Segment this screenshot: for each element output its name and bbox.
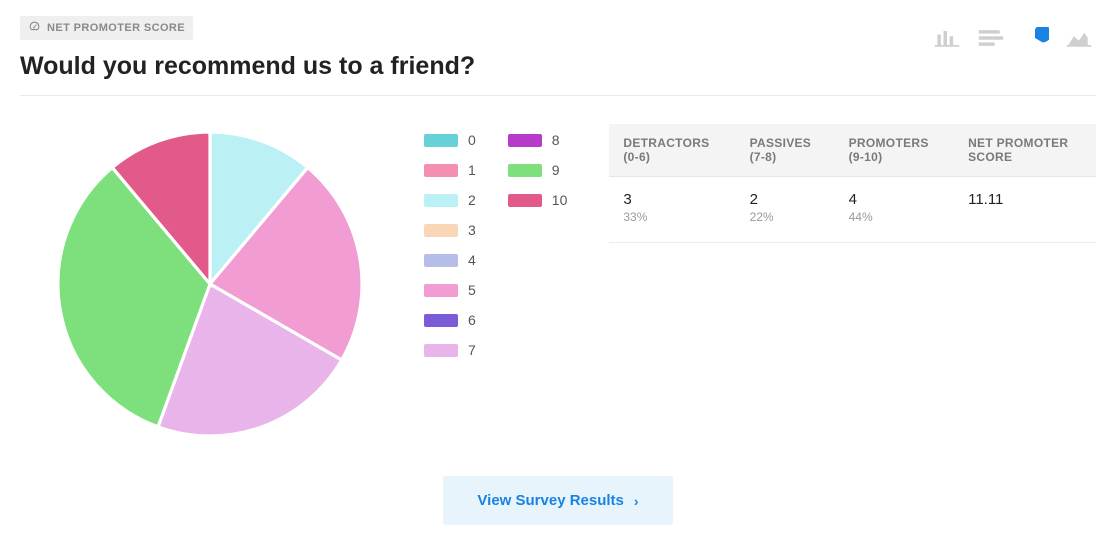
legend-item-5: 5 (424, 282, 476, 298)
legend-item-10: 10 (508, 192, 568, 208)
legend-item-0: 0 (424, 132, 476, 148)
th-score: NET PROMOTER SCORE (954, 124, 1096, 177)
legend-swatch (424, 254, 458, 267)
legend-swatch (424, 164, 458, 177)
table-row: 3 33% 2 22% 4 44% 11.11 (609, 177, 1096, 243)
legend-label: 7 (468, 342, 476, 358)
divider (20, 95, 1096, 96)
view-survey-results-button[interactable]: View Survey Results › (443, 476, 672, 525)
nps-badge: NET PROMOTER SCORE (20, 16, 193, 40)
th-passives: PASSIVES (7-8) (736, 124, 835, 177)
legend-swatch (424, 284, 458, 297)
legend-label: 6 (468, 312, 476, 328)
area-chart-icon (1065, 27, 1093, 54)
chart-type-bar[interactable] (930, 26, 964, 54)
legend-label: 1 (468, 162, 476, 178)
legend-label: 0 (468, 132, 476, 148)
legend-label: 2 (468, 192, 476, 208)
legend-item-4: 4 (424, 252, 476, 268)
chart-type-pie[interactable] (1018, 26, 1052, 54)
chart-type-area[interactable] (1062, 26, 1096, 54)
legend-swatch (508, 194, 542, 207)
legend-item-1: 1 (424, 162, 476, 178)
promoters-pct: 44% (849, 210, 940, 224)
legend-item-9: 9 (508, 162, 568, 178)
legend-item-7: 7 (424, 342, 476, 358)
legend: 0 1 2 3 4 5 6 7 8 9 10 (424, 124, 585, 358)
pie-chart-icon (1021, 27, 1049, 54)
legend-item-2: 2 (424, 192, 476, 208)
legend-swatch (424, 134, 458, 147)
badge-label: NET PROMOTER SCORE (47, 22, 185, 34)
chart-type-switcher (930, 26, 1096, 54)
nps-score: 11.11 (968, 191, 1082, 208)
legend-item-6: 6 (424, 312, 476, 328)
legend-swatch (424, 314, 458, 327)
legend-item-8: 8 (508, 132, 568, 148)
nps-table: DETRACTORS (0-6) PASSIVES (7-8) PROMOTER… (609, 124, 1096, 243)
legend-label: 4 (468, 252, 476, 268)
legend-swatch (424, 344, 458, 357)
chart-type-hbar[interactable] (974, 26, 1008, 54)
legend-label: 5 (468, 282, 476, 298)
footer: View Survey Results › (20, 476, 1096, 525)
pie-chart (20, 124, 400, 444)
legend-swatch (508, 164, 542, 177)
th-promoters: PROMOTERS (9-10) (835, 124, 954, 177)
passives-pct: 22% (750, 210, 821, 224)
legend-item-3: 3 (424, 222, 476, 238)
detractors-count: 3 (623, 191, 721, 208)
passives-count: 2 (750, 191, 821, 208)
legend-label: 8 (552, 132, 560, 148)
promoters-count: 4 (849, 191, 940, 208)
legend-label: 9 (552, 162, 560, 178)
th-detractors: DETRACTORS (0-6) (609, 124, 735, 177)
header: NET PROMOTER SCORE Would you recommend u… (20, 16, 1096, 81)
content: 0 1 2 3 4 5 6 7 8 9 10 DETRACTORS (0-6) PASSIVES … (20, 124, 1096, 444)
legend-swatch (424, 224, 458, 237)
button-label: View Survey Results (477, 492, 623, 509)
legend-label: 10 (552, 192, 568, 208)
bar-chart-icon (933, 27, 961, 54)
legend-swatch (508, 134, 542, 147)
legend-label: 3 (468, 222, 476, 238)
chevron-right-icon: › (634, 493, 639, 509)
nps-summary: DETRACTORS (0-6) PASSIVES (7-8) PROMOTER… (609, 124, 1096, 243)
legend-swatch (424, 194, 458, 207)
page-title: Would you recommend us to a friend? (20, 52, 1096, 81)
horizontal-bar-icon (977, 27, 1005, 54)
dashboard-icon (28, 20, 41, 36)
detractors-pct: 33% (623, 210, 721, 224)
